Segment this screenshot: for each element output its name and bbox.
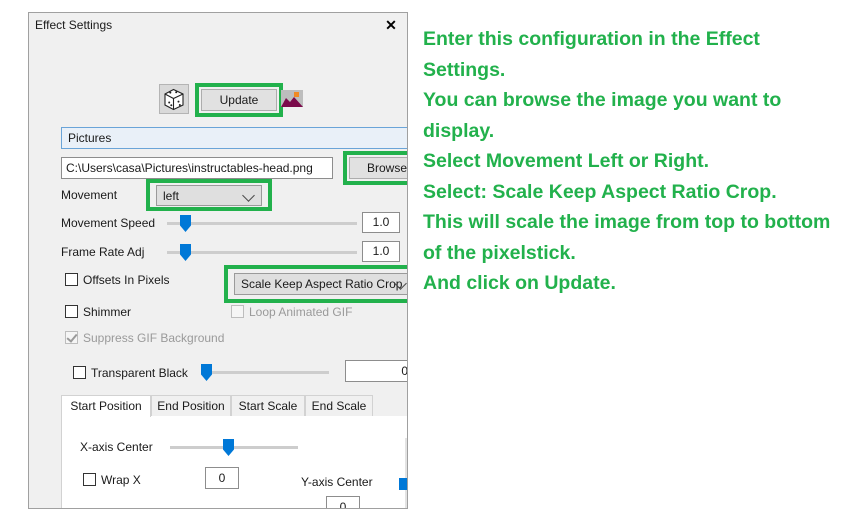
slider-track bbox=[167, 222, 357, 225]
movement-speed-value[interactable]: 1.0 bbox=[362, 212, 400, 233]
slider-thumb[interactable] bbox=[180, 215, 191, 232]
checkbox-box-checked bbox=[65, 331, 78, 344]
tab-end-scale[interactable]: End Scale bbox=[305, 395, 373, 417]
image-path-input[interactable]: C:\Users\casa\Pictures\instructables-hea… bbox=[61, 157, 333, 179]
x-axis-center-slider[interactable] bbox=[170, 436, 298, 458]
picture-icon[interactable] bbox=[281, 89, 303, 111]
effect-settings-dialog: Effect Settings ✕ Update Pictures C:\Use… bbox=[28, 12, 408, 509]
checkbox-box bbox=[83, 473, 96, 486]
instruction-line-6: And click on Update. bbox=[423, 272, 616, 294]
slider-thumb[interactable] bbox=[180, 244, 191, 261]
chevron-down-icon bbox=[242, 188, 255, 202]
instruction-text: Enter this configuration in the Effect S… bbox=[423, 24, 843, 299]
movement-label: Movement bbox=[61, 188, 118, 202]
transparent-black-slider[interactable] bbox=[201, 361, 329, 383]
suppress-gif-background-label: Suppress GIF Background bbox=[83, 331, 225, 345]
y-axis-center-value[interactable]: 0 bbox=[326, 496, 360, 508]
browse-button[interactable]: Browse bbox=[349, 157, 407, 179]
slider-track bbox=[405, 438, 407, 508]
shimmer-label: Shimmer bbox=[83, 305, 132, 319]
slider-track bbox=[201, 371, 329, 374]
frame-rate-adj-value[interactable]: 1.0 bbox=[362, 241, 400, 262]
scale-mode-value: Scale Keep Aspect Ratio Crop bbox=[241, 277, 403, 291]
tab-start-scale[interactable]: Start Scale bbox=[231, 395, 305, 417]
tab-start-position[interactable]: Start Position bbox=[61, 395, 151, 417]
instruction-line-4: Select: Scale Keep Aspect Ratio Crop. bbox=[423, 180, 777, 203]
loop-animated-gif-checkbox: Loop Animated GIF bbox=[231, 305, 352, 319]
frame-rate-adj-label: Frame Rate Adj bbox=[61, 245, 145, 259]
instruction-line-5: This will scale the image from top to bo… bbox=[423, 211, 831, 264]
transparent-black-label: Transparent Black bbox=[91, 366, 188, 380]
source-type-value: Pictures bbox=[68, 131, 112, 145]
movement-speed-slider[interactable] bbox=[167, 212, 357, 234]
instruction-line-1: Enter this configuration in the Effect S… bbox=[423, 28, 760, 81]
tab-end-position[interactable]: End Position bbox=[151, 395, 231, 417]
x-axis-center-label: X-axis Center bbox=[80, 440, 153, 454]
instruction-line-3: Select Movement Left or Right. bbox=[423, 150, 710, 172]
wrap-x-label: Wrap X bbox=[101, 473, 141, 487]
slider-thumb[interactable] bbox=[399, 478, 407, 490]
transparent-black-value[interactable]: 0 bbox=[345, 360, 407, 382]
dialog-title: Effect Settings bbox=[35, 18, 113, 32]
checkbox-box bbox=[65, 305, 78, 318]
loop-animated-gif-label: Loop Animated GIF bbox=[249, 305, 353, 319]
checkbox-box bbox=[65, 273, 78, 286]
dialog-titlebar: Effect Settings ✕ bbox=[29, 13, 407, 40]
y-axis-center-label: Y-axis Center bbox=[301, 475, 373, 489]
frame-rate-adj-slider[interactable] bbox=[167, 241, 357, 263]
shimmer-checkbox[interactable]: Shimmer bbox=[65, 305, 131, 319]
movement-combobox[interactable]: left bbox=[156, 185, 262, 206]
checkbox-box bbox=[231, 305, 244, 318]
update-button[interactable]: Update bbox=[201, 89, 277, 111]
movement-value: left bbox=[163, 189, 180, 203]
offsets-in-pixels-checkbox[interactable]: Offsets In Pixels bbox=[65, 273, 169, 287]
movement-speed-label: Movement Speed bbox=[61, 216, 156, 230]
instruction-line-2: You can browse the image you want to dis… bbox=[423, 89, 782, 142]
tab-content-start-position: X-axis Center Wrap X 0 Y-axis Center 0 bbox=[61, 416, 407, 508]
suppress-gif-background-checkbox: Suppress GIF Background bbox=[65, 331, 224, 345]
position-scale-tabpanel: Start Position End Position Start Scale … bbox=[61, 395, 407, 508]
wrap-x-checkbox[interactable]: Wrap X bbox=[83, 473, 141, 487]
offsets-in-pixels-label: Offsets In Pixels bbox=[83, 273, 170, 287]
scale-mode-combobox[interactable]: Scale Keep Aspect Ratio Crop bbox=[234, 273, 407, 295]
x-axis-center-value[interactable]: 0 bbox=[205, 467, 239, 489]
slider-track bbox=[170, 446, 298, 449]
transparent-black-checkbox[interactable]: Transparent Black bbox=[73, 366, 188, 380]
slider-thumb[interactable] bbox=[223, 439, 234, 456]
screenshot-root: Effect Settings ✕ Update Pictures C:\Use… bbox=[0, 0, 849, 521]
dialog-client-area: Update Pictures C:\Users\casa\Pictures\i… bbox=[29, 39, 407, 508]
y-axis-center-slider[interactable] bbox=[396, 438, 407, 508]
cube-icon[interactable] bbox=[159, 84, 189, 114]
source-type-combobox[interactable]: Pictures bbox=[61, 127, 407, 149]
slider-track bbox=[167, 251, 357, 254]
slider-thumb[interactable] bbox=[201, 364, 212, 381]
checkbox-box bbox=[73, 366, 86, 379]
close-icon[interactable]: ✕ bbox=[381, 15, 401, 35]
